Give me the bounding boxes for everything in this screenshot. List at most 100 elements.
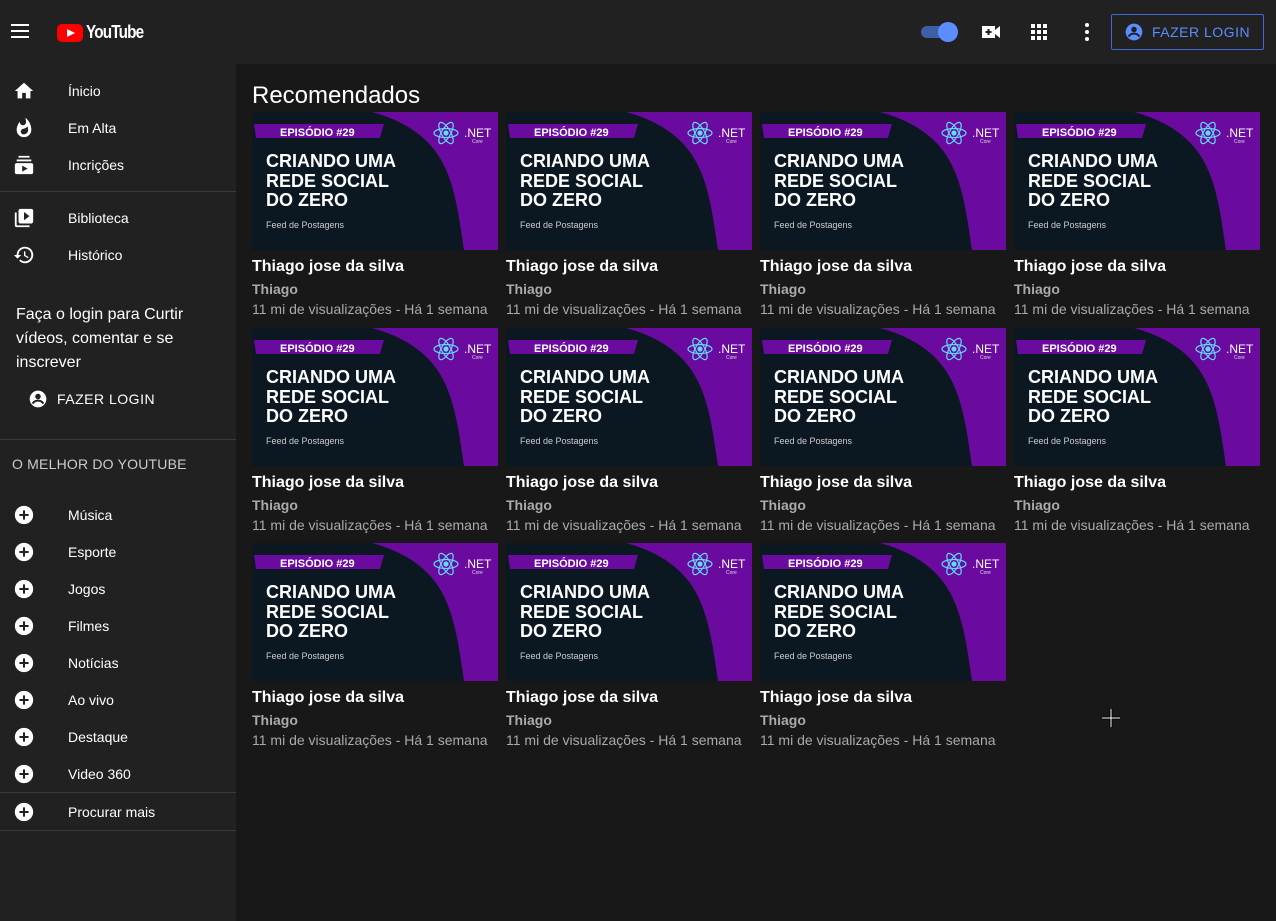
apps-grid-icon[interactable] <box>1027 20 1051 44</box>
page-title: Recomendados <box>252 82 421 109</box>
svg-text:Feed de Postagens: Feed de Postagens <box>520 436 599 446</box>
video-thumbnail[interactable]: EPISÓDIO #29 CRIANDO UMAREDE SOCIALDO ZER… <box>760 112 1006 250</box>
video-card[interactable]: EPISÓDIO #29 CRIANDO UMA REDE SOCIAL DO ZER… <box>1014 327 1260 533</box>
video-card[interactable]: EPISÓDIO #29 CRIANDO UMA REDE SOCIAL DO ZER… <box>506 543 752 748</box>
youtube-logo[interactable]: YouTube <box>57 22 153 43</box>
svg-text:CRIANDO UMA: CRIANDO UMA <box>266 582 396 602</box>
sidebar-item-best-5[interactable]: Ao vivo <box>0 681 236 718</box>
svg-text:Core: Core <box>980 570 991 576</box>
channel-name[interactable]: Thiago <box>506 497 752 513</box>
svg-text:Feed de Postagens: Feed de Postagens <box>1028 436 1107 446</box>
svg-text:Feed de Postagens: Feed de Postagens <box>774 651 853 661</box>
video-title[interactable]: Thiago jose da silva <box>506 258 752 278</box>
video-thumbnail[interactable]: EPISÓDIO #29 CRIANDO UMAREDE SOCIALDO ZER… <box>1014 112 1260 250</box>
video-thumbnail[interactable]: EPISÓDIO #29 CRIANDO UMAREDE SOCIALDO ZER… <box>506 112 752 250</box>
sidebar-item-2[interactable]: Incrições <box>0 146 236 183</box>
svg-text:.NET: .NET <box>718 557 746 571</box>
video-card[interactable]: EPISÓDIO #29 CRIANDO UMA REDE SOCIAL DO ZER… <box>760 327 1006 533</box>
svg-text:EPISÓDIO #29: EPISÓDIO #29 <box>280 557 355 570</box>
video-thumbnail[interactable]: EPISÓDIO #29 CRIANDO UMAREDE SOCIALDO ZER… <box>760 327 1006 466</box>
video-card[interactable]: EPISÓDIO #29 CRIANDO UMA REDE SOCIAL DO ZER… <box>1014 112 1260 317</box>
video-title[interactable]: Thiago jose da silva <box>252 258 498 278</box>
video-thumbnail[interactable]: EPISÓDIO #29 CRIANDO UMAREDE SOCIALDO ZER… <box>506 327 752 466</box>
video-card[interactable]: EPISÓDIO #29 CRIANDO UMA REDE SOCIAL DO ZER… <box>252 327 498 533</box>
sidebar-item-best-4[interactable]: Notícias <box>0 644 236 681</box>
svg-text:CRIANDO UMA: CRIANDO UMA <box>774 151 904 171</box>
svg-text:Feed de Postagens: Feed de Postagens <box>774 436 853 446</box>
svg-text:.NET: .NET <box>718 342 746 356</box>
svg-text:CRIANDO UMA: CRIANDO UMA <box>1028 367 1158 387</box>
svg-text:CRIANDO UMA: CRIANDO UMA <box>266 151 396 171</box>
svg-text:REDE SOCIAL: REDE SOCIAL <box>774 387 897 407</box>
video-title[interactable]: Thiago jose da silva <box>760 258 1006 278</box>
sidebar-item-browse-more[interactable]: Procurar mais <box>0 793 236 830</box>
login-button[interactable]: FAZER LOGIN <box>1111 14 1264 50</box>
sidebar-item-best-2[interactable]: Jogos <box>0 570 236 607</box>
video-title[interactable]: Thiago jose da silva <box>506 474 752 494</box>
svg-text:CRIANDO UMA: CRIANDO UMA <box>1028 151 1158 171</box>
sidebar-item-best-0[interactable]: Música <box>0 496 236 533</box>
svg-text:.NET: .NET <box>464 557 492 571</box>
channel-name[interactable]: Thiago <box>1014 497 1260 513</box>
channel-name[interactable]: Thiago <box>252 281 498 297</box>
svg-text:DO ZERO: DO ZERO <box>1028 406 1110 426</box>
video-title[interactable]: Thiago jose da silva <box>252 689 498 709</box>
video-thumbnail[interactable]: EPISÓDIO #29 CRIANDO UMAREDE SOCIALDO ZER… <box>506 543 752 681</box>
video-thumbnail[interactable]: EPISÓDIO #29 CRIANDO UMAREDE SOCIALDO ZER… <box>760 543 1006 681</box>
library-icon <box>14 208 34 227</box>
svg-text:Core: Core <box>472 139 483 145</box>
sidebar-item-label: Histórico <box>68 246 123 263</box>
menu-icon[interactable] <box>11 24 29 38</box>
divider <box>0 191 236 192</box>
video-meta: 11 mi de visualizações - Há 1 semana <box>506 516 742 533</box>
video-title[interactable]: Thiago jose da silva <box>1014 258 1260 278</box>
video-camera-add-icon[interactable] <box>979 20 1003 44</box>
add-circle-icon <box>14 653 34 672</box>
video-thumbnail[interactable]: EPISÓDIO #29 CRIANDO UMAREDE SOCIALDO ZER… <box>1014 327 1260 466</box>
add-circle-icon <box>14 690 34 709</box>
sidebar-login-button[interactable]: FAZER LOGIN <box>28 389 155 409</box>
sidebar-item-best-6[interactable]: Destaque <box>0 718 236 755</box>
channel-name[interactable]: Thiago <box>1014 281 1260 297</box>
sidebar-item-library-1[interactable]: Histórico <box>0 236 236 273</box>
video-card[interactable]: EPISÓDIO #29 CRIANDO UMA REDE SOCIAL DO ZER… <box>252 112 498 317</box>
svg-text:Feed de Postagens: Feed de Postagens <box>266 220 345 230</box>
channel-name[interactable]: Thiago <box>252 712 498 728</box>
video-card[interactable]: EPISÓDIO #29 CRIANDO UMA REDE SOCIAL DO ZER… <box>760 543 1006 748</box>
video-card[interactable]: EPISÓDIO #29 CRIANDO UMA REDE SOCIAL DO ZER… <box>760 112 1006 317</box>
channel-name[interactable]: Thiago <box>506 281 752 297</box>
add-circle-icon <box>14 802 34 821</box>
more-vert-icon[interactable] <box>1075 20 1099 44</box>
video-title[interactable]: Thiago jose da silva <box>1014 474 1260 494</box>
video-card[interactable]: EPISÓDIO #29 CRIANDO UMA REDE SOCIAL DO ZER… <box>506 327 752 533</box>
sidebar-item-label: Jogos <box>68 580 106 597</box>
video-title[interactable]: Thiago jose da silva <box>760 689 1006 709</box>
video-thumbnail[interactable]: EPISÓDIO #29 CRIANDO UMAREDE SOCIALDO ZER… <box>252 327 498 466</box>
svg-text:.NET: .NET <box>718 126 746 140</box>
channel-name[interactable]: Thiago <box>252 497 498 513</box>
channel-name[interactable]: Thiago <box>760 281 1006 297</box>
channel-name[interactable]: Thiago <box>506 712 752 728</box>
sidebar-item-best-7[interactable]: Video 360 <box>0 755 236 792</box>
sidebar-item-0[interactable]: Ínicio <box>0 72 236 109</box>
svg-text:REDE SOCIAL: REDE SOCIAL <box>774 171 897 191</box>
svg-text:.NET: .NET <box>1226 342 1254 356</box>
channel-name[interactable]: Thiago <box>760 497 1006 513</box>
theme-toggle[interactable] <box>921 22 959 42</box>
section-title: O MELHOR DO YOUTUBE <box>12 456 187 472</box>
svg-text:Core: Core <box>472 570 483 576</box>
video-title[interactable]: Thiago jose da silva <box>252 474 498 494</box>
video-meta: 11 mi de visualizações - Há 1 semana <box>760 301 996 317</box>
video-thumbnail[interactable]: EPISÓDIO #29 CRIANDO UMAREDE SOCIALDO ZER… <box>252 112 498 250</box>
video-title[interactable]: Thiago jose da silva <box>760 474 1006 494</box>
video-card[interactable]: EPISÓDIO #29 CRIANDO UMA REDE SOCIAL DO ZER… <box>506 112 752 317</box>
video-thumbnail[interactable]: EPISÓDIO #29 CRIANDO UMAREDE SOCIALDO ZER… <box>252 543 498 681</box>
sidebar-item-best-3[interactable]: Filmes <box>0 607 236 644</box>
video-card[interactable]: EPISÓDIO #29 CRIANDO UMA REDE SOCIAL DO ZER… <box>252 543 498 748</box>
sidebar-item-library-0[interactable]: Biblioteca <box>0 199 236 236</box>
logo-text: YouTube <box>86 22 144 42</box>
sidebar-item-best-1[interactable]: Esporte <box>0 533 236 570</box>
channel-name[interactable]: Thiago <box>760 712 1006 728</box>
sidebar-item-1[interactable]: Em Alta <box>0 109 236 146</box>
video-title[interactable]: Thiago jose da silva <box>506 689 752 709</box>
